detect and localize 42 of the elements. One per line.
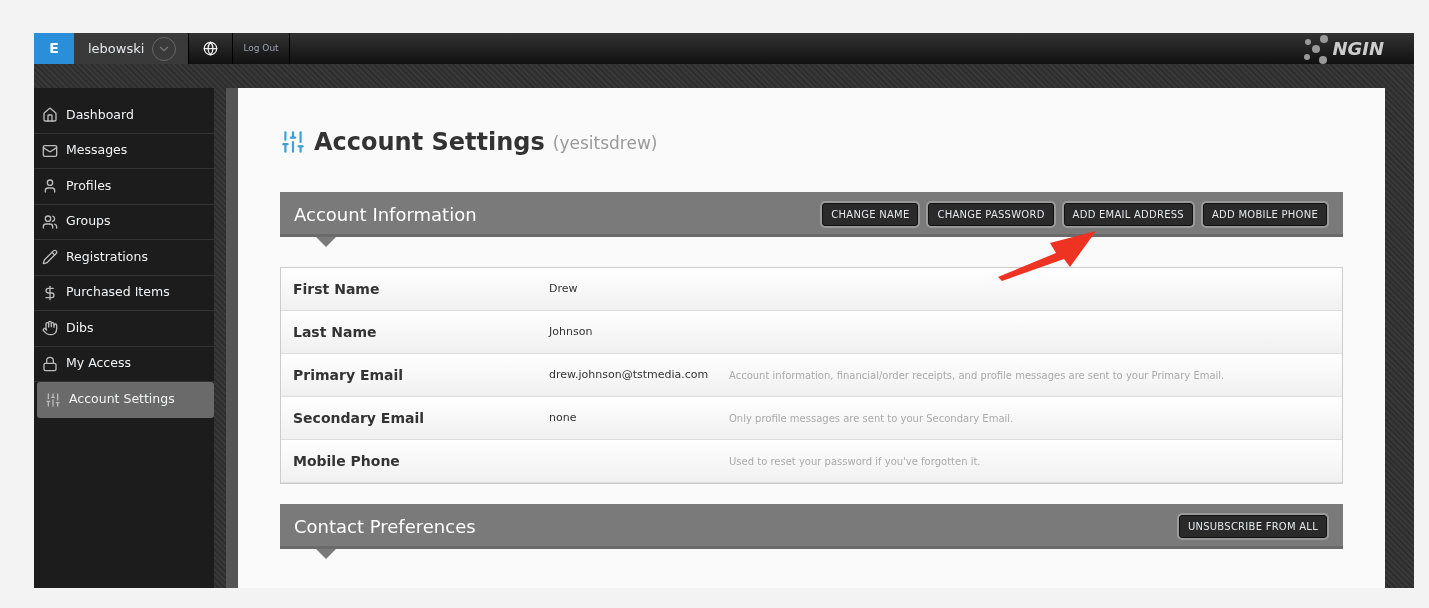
sidebar-item[interactable]: Registrations (34, 240, 214, 276)
dollar-icon (42, 284, 58, 301)
sliders-icon (280, 129, 306, 155)
section-title: Account Information (294, 203, 477, 227)
envelope-icon (42, 142, 58, 159)
field-note: Account information, financial/order receipts, and profile messages are sent to your Primary Email. (729, 368, 1225, 383)
field-value: Johnson (549, 323, 594, 340)
sidebar-item[interactable]: Dibs (34, 311, 214, 347)
pencil-icon (42, 249, 58, 266)
hand-icon (42, 320, 58, 337)
section-title: Contact Preferences (294, 515, 476, 539)
sliders-icon (45, 391, 61, 408)
field-label: First Name (293, 279, 381, 299)
home-icon (42, 107, 58, 124)
page-title: Account Settings (314, 127, 545, 158)
sidebar-item[interactable]: Purchased Items (34, 275, 214, 311)
logo: NGIN (1302, 33, 1414, 64)
field-label: Mobile Phone (293, 451, 401, 471)
sidebar-item[interactable]: Dashboard (34, 98, 214, 134)
field-label: Last Name (293, 322, 378, 342)
field-label: Secondary Email (293, 408, 426, 428)
field-value: none (549, 409, 578, 426)
sidebar-item[interactable]: Groups (34, 204, 214, 240)
sidebar-item[interactable]: Messages (34, 133, 214, 169)
section-action-button[interactable]: UNSUBSCRIBE FROM ALL (1178, 515, 1327, 538)
section-action-button[interactable]: ADD MOBILE PHONE (1202, 203, 1327, 226)
field-value: drew.johnson@tstmedia.com (549, 366, 710, 383)
sidebar-item[interactable]: Profiles (34, 169, 214, 205)
field-label: Primary Email (293, 365, 405, 385)
field-note: Used to reset your password if you've forgotten it. (729, 454, 981, 469)
section-action-button[interactable]: ADD EMAIL ADDRESS (1063, 203, 1193, 226)
section-action-button[interactable]: CHANGE NAME (822, 203, 919, 226)
page-subtitle: (yesitsdrew) (552, 132, 658, 156)
sidebar-item[interactable]: Account Settings (37, 382, 214, 418)
field-value: Drew (549, 280, 579, 297)
person-icon (42, 178, 58, 195)
field-note: Only profile messages are sent to your Secondary Email. (729, 411, 1014, 426)
section-action-button[interactable]: CHANGE PASSWORD (928, 203, 1054, 226)
globe-icon[interactable] (203, 41, 219, 56)
people-icon (42, 213, 58, 230)
padlock-icon (42, 355, 58, 372)
app-badge: E (34, 33, 74, 64)
